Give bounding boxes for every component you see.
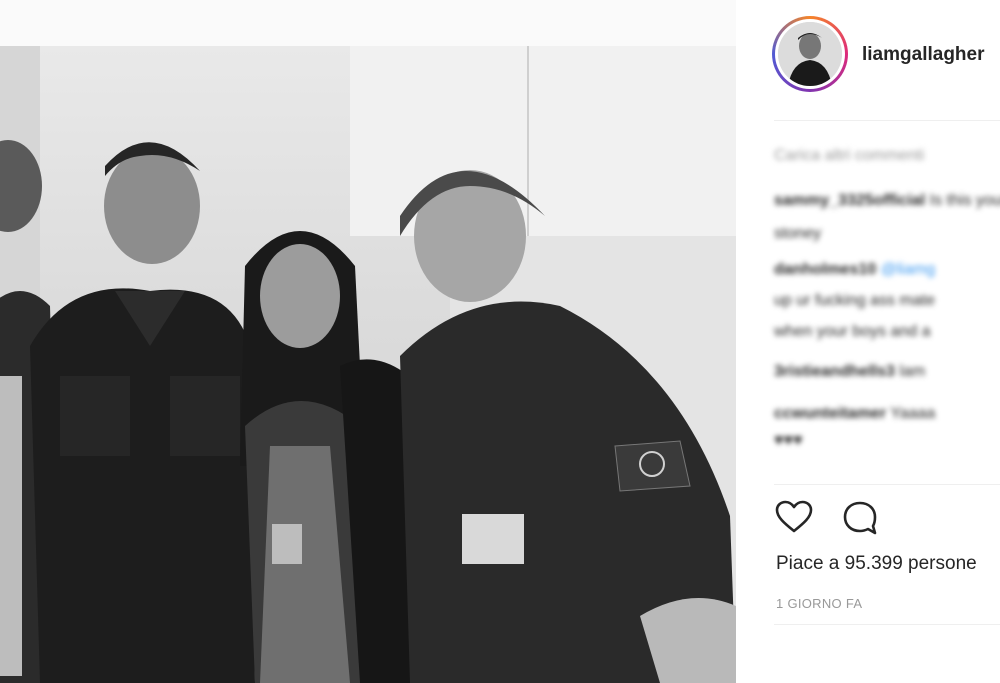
comment-bubble-icon[interactable]: [840, 498, 880, 538]
post-sidebar: liamgallagher Carica altri commenti samm…: [736, 0, 1000, 683]
comment-mention[interactable]: @liamg: [881, 261, 935, 278]
username-link[interactable]: liamgallagher: [862, 44, 985, 66]
comment-item: sammy_3325official Is this your: [774, 190, 1000, 212]
load-more-comments-link[interactable]: Carica altri commenti: [774, 145, 924, 167]
divider: [774, 120, 1000, 121]
comment-text: Is this your: [929, 192, 1000, 209]
avatar-image: [778, 22, 842, 86]
comment-username[interactable]: danholmes10: [774, 261, 876, 278]
heart-icon[interactable]: [774, 498, 814, 538]
photo-content: [0, 46, 736, 683]
divider: [774, 484, 1000, 485]
action-bar: [774, 498, 1000, 538]
comment-item: 3ristieandhells3 lam: [774, 361, 925, 383]
comment-item: ccwunteitamer Yaaaa: [774, 403, 935, 425]
comment-username[interactable]: sammy_3325official: [774, 192, 925, 209]
comment-text-continued: stoney: [774, 225, 822, 242]
post-header: liamgallagher: [736, 0, 1000, 120]
comment-username[interactable]: 3ristieandhells3: [774, 363, 895, 380]
post-timestamp[interactable]: 1 GIORNO FA: [776, 596, 862, 611]
story-ring[interactable]: [772, 16, 848, 92]
avatar-frame: [775, 19, 845, 89]
comment-text-continued: ♥♥♥: [774, 432, 803, 449]
comment-text-continued: when your boys and a: [774, 323, 931, 340]
post-photo[interactable]: [0, 46, 736, 683]
divider: [774, 624, 1000, 625]
avatar[interactable]: [778, 22, 842, 86]
comment-username[interactable]: ccwunteitamer: [774, 405, 886, 422]
comment-item: danholmes10 @liamg: [774, 259, 935, 281]
comment-text-continued: up ur fucking ass mate: [774, 292, 935, 309]
comment-text: lam: [899, 363, 926, 380]
likes-count[interactable]: Piace a 95.399 persone: [776, 553, 977, 575]
comment-text: Yaaaa: [890, 405, 936, 422]
